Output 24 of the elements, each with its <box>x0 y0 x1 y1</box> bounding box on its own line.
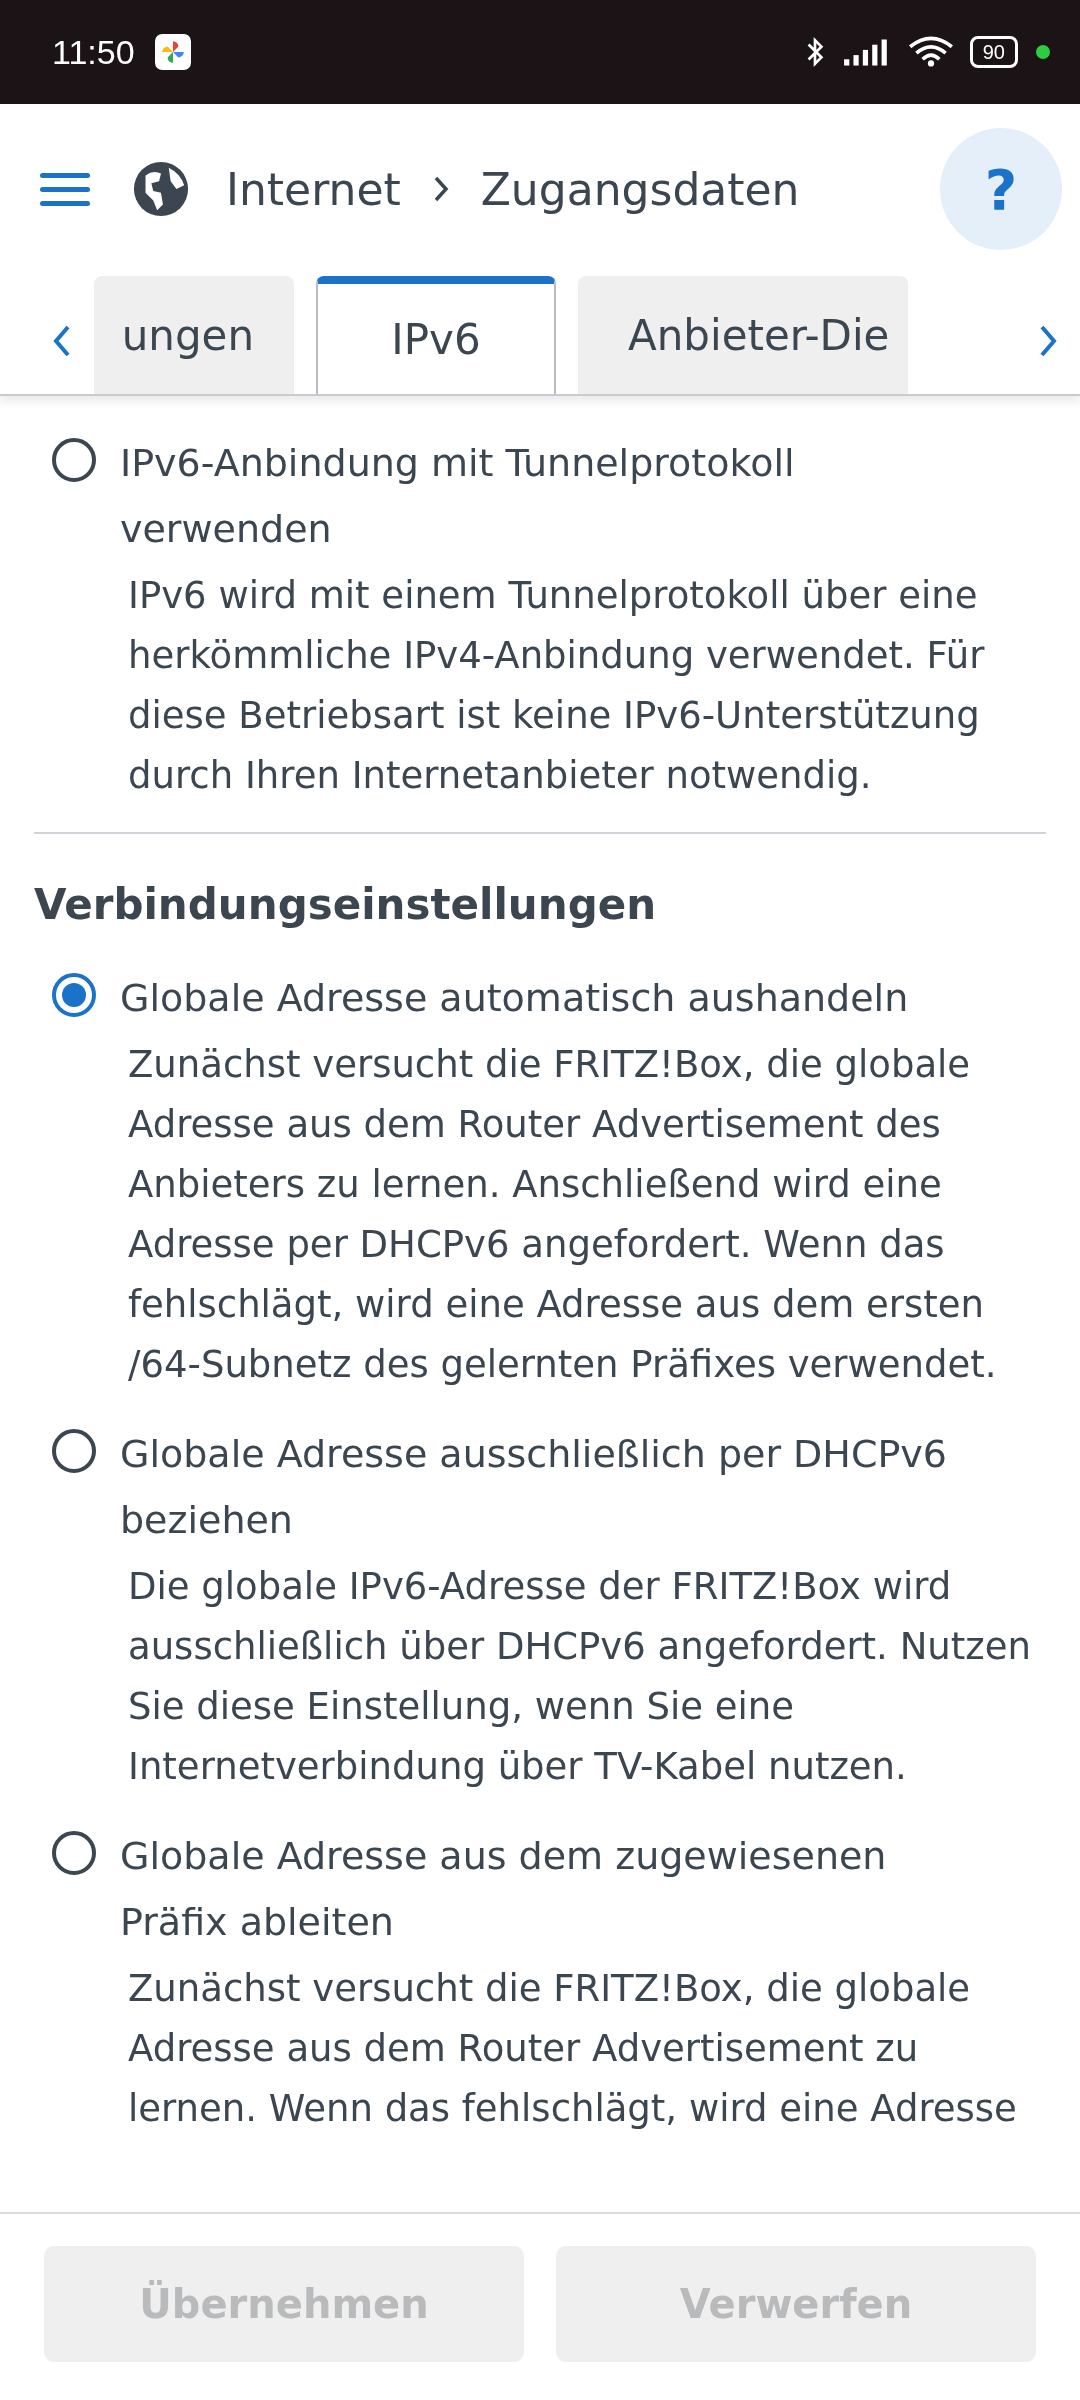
breadcrumb-item: Zugangsdaten <box>480 163 800 215</box>
tab[interactable]: ungen <box>94 276 294 394</box>
breadcrumb-item[interactable]: Internet <box>226 163 401 215</box>
status-dot <box>1036 45 1050 59</box>
tab[interactable]: Anbieter-Die <box>578 276 908 394</box>
radio-button[interactable] <box>52 1831 96 1875</box>
pinwheel-app-icon <box>154 34 191 70</box>
option-description: Die globale IPv6-Adresse der FRITZ!Box wird ausschließlich über DHCPv6 angefordert. Nutzen Sie diese Einstellung, wenn Sie eine Internetverbindung über TV-Kabel nutzen. <box>128 1564 1032 1790</box>
radio-button[interactable] <box>52 973 96 1017</box>
option-description: Zunächst versucht die FRITZ!Box, die globale Adresse aus dem Router Advertisement des Anbieters zu lernen. Anschließend wird eine Adresse per DHCPv6 angefordert. Wenn das fehlschlägt, wird eine Adresse aus dem ersten /64-Subnetz des gelernten Präfixes verwendet. <box>128 1042 998 1388</box>
battery-indicator: 90 <box>969 36 1018 68</box>
option-description: Zunächst versucht die FRITZ!Box, die globale Adresse aus dem Router Advertisement zu lernen. Wenn das fehlschlägt, wird eine Adresse <box>128 1966 1018 2132</box>
section-heading: Verbindungseinstellungen <box>34 880 658 929</box>
radio-button[interactable] <box>52 438 96 482</box>
globe-icon <box>132 160 190 218</box>
option-label: IPv6-Anbindung mit Tunnelprotokoll verwenden <box>120 440 796 553</box>
clock: 11:50 <box>52 32 135 72</box>
option-label: Globale Adresse automatisch aushandeln <box>120 975 910 1022</box>
help-button[interactable]: ? <box>940 128 1062 250</box>
option-description: IPv6 wird mit einem Tunnelprotokoll über eine herkömmliche IPv4-Anbindung verwendet. Für diese Betriebsart ist keine IPv6-Unterstützung durch Ihren Internetanbieter notwendig. <box>128 573 986 799</box>
tab[interactable]: IPv6 <box>316 276 556 394</box>
radio-button[interactable] <box>52 1429 96 1473</box>
option-label: Globale Adresse ausschließlich per DHCPv6 beziehen <box>120 1431 949 1544</box>
option-label: Globale Adresse aus dem zugewiesenen Präfix ableiten <box>120 1833 888 1946</box>
